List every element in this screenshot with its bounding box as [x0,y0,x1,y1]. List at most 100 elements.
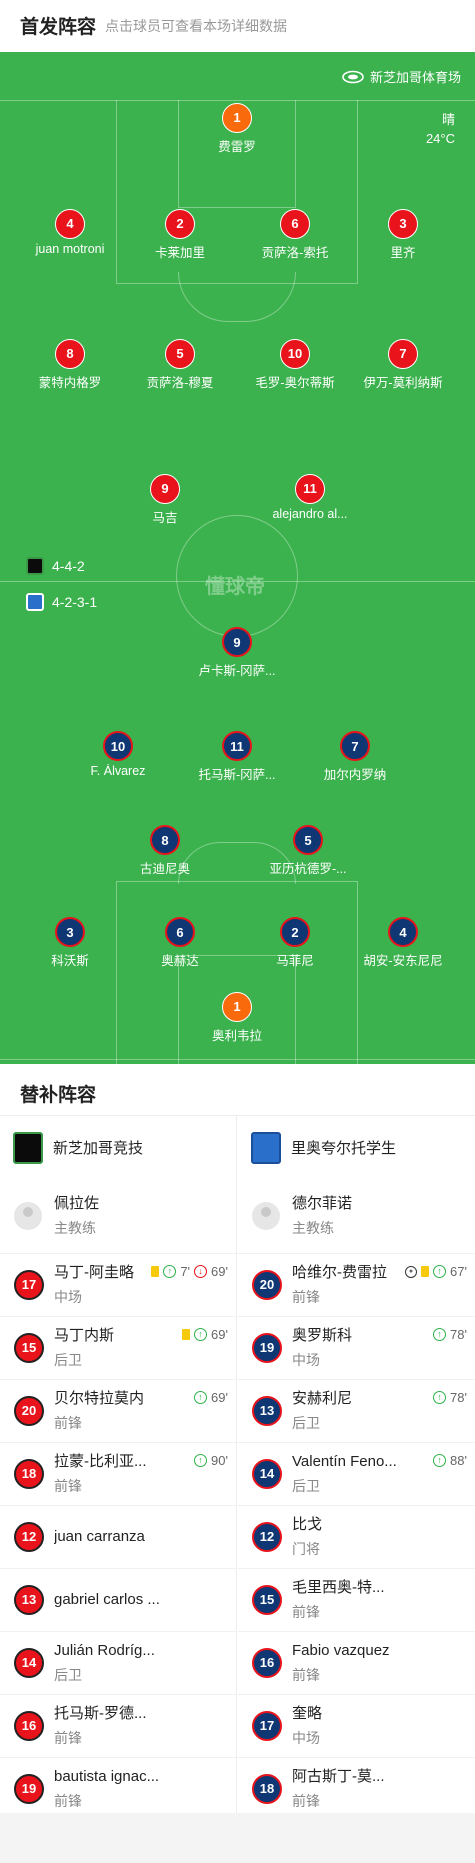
away-player[interactable]: 5 亚历杭德罗-... [248,825,368,877]
home-player[interactable]: 9 马吉 [105,474,225,526]
player-number: 4 [388,917,418,947]
sub-player-position: 中场 [292,1352,320,1368]
sub-player-row[interactable]: 16 托马斯-罗德... 前锋 [0,1694,236,1757]
away-player[interactable]: 2 马菲尼 [235,917,355,969]
sub-player-name: 拉蒙-比利亚... [54,1453,147,1470]
away-formation: 4-2-3-1 [26,593,97,611]
sub-in-icon: ↑ [433,1391,447,1404]
home-coach-row[interactable]: 佩拉佐 主教练 [0,1179,236,1253]
sub-player-row[interactable]: 15 马丁内斯 后卫 ↑ 69' [0,1316,236,1379]
sub-in-minute: 90' [211,1453,228,1468]
sub-player-row[interactable]: 14 Valentín Feno... 后卫 ↑ 88' [238,1442,475,1505]
watermark: 懂球帝 [205,576,265,598]
home-player[interactable]: 6 贡萨洛-索托 [235,209,355,261]
home-player[interactable]: 7 伊万-莫利纳斯 [343,339,463,391]
home-team-row[interactable]: 新芝加哥竞技 [0,1116,236,1179]
sub-player-name: Valentín Feno... [292,1453,397,1470]
player-number: 8 [55,339,85,369]
sub-player-row[interactable]: 19 奥罗斯科 中场 ↑ 78' [238,1316,475,1379]
home-player[interactable]: 8 蒙特内格罗 [10,339,130,391]
lineup-header: 首发阵容 点击球员可查看本场详细数据 [0,0,475,52]
away-player[interactable]: 11 托马斯-冈萨... [177,731,297,783]
home-player[interactable]: 1 费雷罗 [177,103,297,155]
sub-player-row[interactable]: 17 奎略 中场 [238,1694,475,1757]
away-player[interactable]: 3 科沃斯 [10,917,130,969]
sub-player-row[interactable]: 18 阿古斯丁-莫... 前锋 [238,1757,475,1820]
away-player[interactable]: 7 加尔内罗纳 [295,731,415,783]
player-number: 7 [388,339,418,369]
player-name: 亚历杭德罗-... [269,862,347,876]
sub-player-position: 前锋 [292,1289,320,1305]
sub-player-row[interactable]: 15 毛里西奥-特... 前锋 [238,1568,475,1631]
sub-player-number: 14 [14,1648,44,1678]
player-number: 11 [295,474,325,504]
home-coach-name: 佩拉佐 [54,1195,100,1212]
pitch: 懂球帝 新芝加哥体育场 晴 24°C 4-4-2 4-2-3-1 1 费雷罗 4 ju… [0,52,475,1064]
away-player[interactable]: 4 胡安-安东尼尼 [343,917,463,969]
home-player[interactable]: 10 毛罗-奥尔蒂斯 [235,339,355,391]
sub-player-row[interactable]: 13 gabriel carlos ... [0,1568,236,1631]
sub-player-row[interactable]: 13 安赫利尼 后卫 ↑ 78' [238,1379,475,1442]
sub-player-row[interactable]: 16 Fabio vazquez 前锋 [238,1631,475,1694]
sub-player-name: 奥罗斯科 [292,1327,353,1344]
away-team-row[interactable]: 里奥夸尔托学生 [238,1116,475,1179]
weather-info: 晴 24°C [426,110,455,148]
player-name: 马吉 [152,511,178,525]
sub-player-position: 前锋 [54,1793,82,1809]
sub-player-number: 12 [14,1522,44,1552]
sub-player-row[interactable]: 14 Julián Rodríg... 后卫 [0,1631,236,1694]
sub-in-icon: ↑ [433,1328,447,1341]
sub-player-name: 托马斯-罗德... [54,1705,147,1722]
player-number: 10 [103,731,133,761]
player-name: 毛罗-奥尔蒂斯 [255,376,335,390]
sub-player-number: 17 [14,1270,44,1300]
home-coach-role: 主教练 [54,1220,96,1236]
home-player[interactable]: 11 alejandro al... [250,474,370,521]
lineup-title: 首发阵容 [20,17,97,38]
sub-in-minute: 78' [450,1327,467,1342]
player-number: 11 [222,731,252,761]
away-coach-row[interactable]: 德尔菲诺 主教练 [238,1179,475,1253]
away-player[interactable]: 6 奥赫达 [120,917,240,969]
player-name: 贡萨洛-索托 [261,246,329,260]
home-subs-list: 17 马丁-阿圭略 中场 ↑ 7' ↓ 69' 15 马丁内斯 后卫 ↑ 69' 20 贝尔特拉莫内 前锋 ↑… [0,1253,236,1820]
sub-player-row[interactable]: 12 juan carranza [0,1505,236,1568]
stadium-name: 新芝加哥体育场 [369,70,461,85]
sub-player-number: 19 [14,1774,44,1804]
home-player[interactable]: 3 里齐 [343,209,463,261]
sub-player-row[interactable]: 20 贝尔特拉莫内 前锋 ↑ 69' [0,1379,236,1442]
subs-panel: 新芝加哥竞技 佩拉佐 主教练 17 马丁-阿圭略 中场 ↑ 7' ↓ 69' 15 马丁内斯 后卫… [0,1116,475,1813]
sub-in-icon: ↑ [163,1265,177,1278]
sub-player-number: 18 [252,1774,282,1804]
home-crest-icon [26,557,44,575]
away-player[interactable]: 8 古迪尼奥 [105,825,225,877]
away-player[interactable]: 10 F. Álvarez [58,731,178,778]
sub-player-row[interactable]: 17 马丁-阿圭略 中场 ↑ 7' ↓ 69' [0,1253,236,1316]
sub-player-row[interactable]: 19 bautista ignac... 前锋 [0,1757,236,1820]
player-number: 9 [222,627,252,657]
sub-player-position: 后卫 [292,1415,320,1431]
sub-player-position: 前锋 [54,1415,82,1431]
sub-player-row[interactable]: 20 哈维尔-费雷拉 前锋 ● ↑ 67' [238,1253,475,1316]
sub-player-name: 奎略 [292,1705,323,1722]
away-subs-list: 20 哈维尔-费雷拉 前锋 ● ↑ 67' 19 奥罗斯科 中场 ↑ 78' 13 安赫利尼 后卫 ↑ 78'… [238,1253,475,1820]
home-player[interactable]: 5 贡萨洛-穆夏 [120,339,240,391]
home-player[interactable]: 4 juan motroni [10,209,130,256]
sub-player-name: gabriel carlos ... [54,1591,160,1608]
lineup-hint: 点击球员可查看本场详细数据 [105,18,287,34]
away-player[interactable]: 9 卢卡斯-冈萨... [177,627,297,679]
subs-header: 替补阵容 [0,1064,475,1116]
player-number: 6 [280,209,310,239]
sub-player-name: juan carranza [54,1528,145,1545]
sub-player-row[interactable]: 12 比戈 门将 [238,1505,475,1568]
temperature-text: 24°C [425,131,455,146]
away-player[interactable]: 1 奥利韦拉 [177,992,297,1044]
sub-in-minute: 69' [211,1327,228,1342]
away-crest-icon [26,593,44,611]
home-player[interactable]: 2 卡莱加里 [120,209,240,261]
home-team-crest-icon [13,1131,43,1164]
sub-player-row[interactable]: 18 拉蒙-比利亚... 前锋 ↑ 90' [0,1442,236,1505]
sub-player-number: 16 [252,1648,282,1678]
sub-player-number: 18 [14,1459,44,1489]
sub-player-position: 后卫 [54,1667,82,1683]
